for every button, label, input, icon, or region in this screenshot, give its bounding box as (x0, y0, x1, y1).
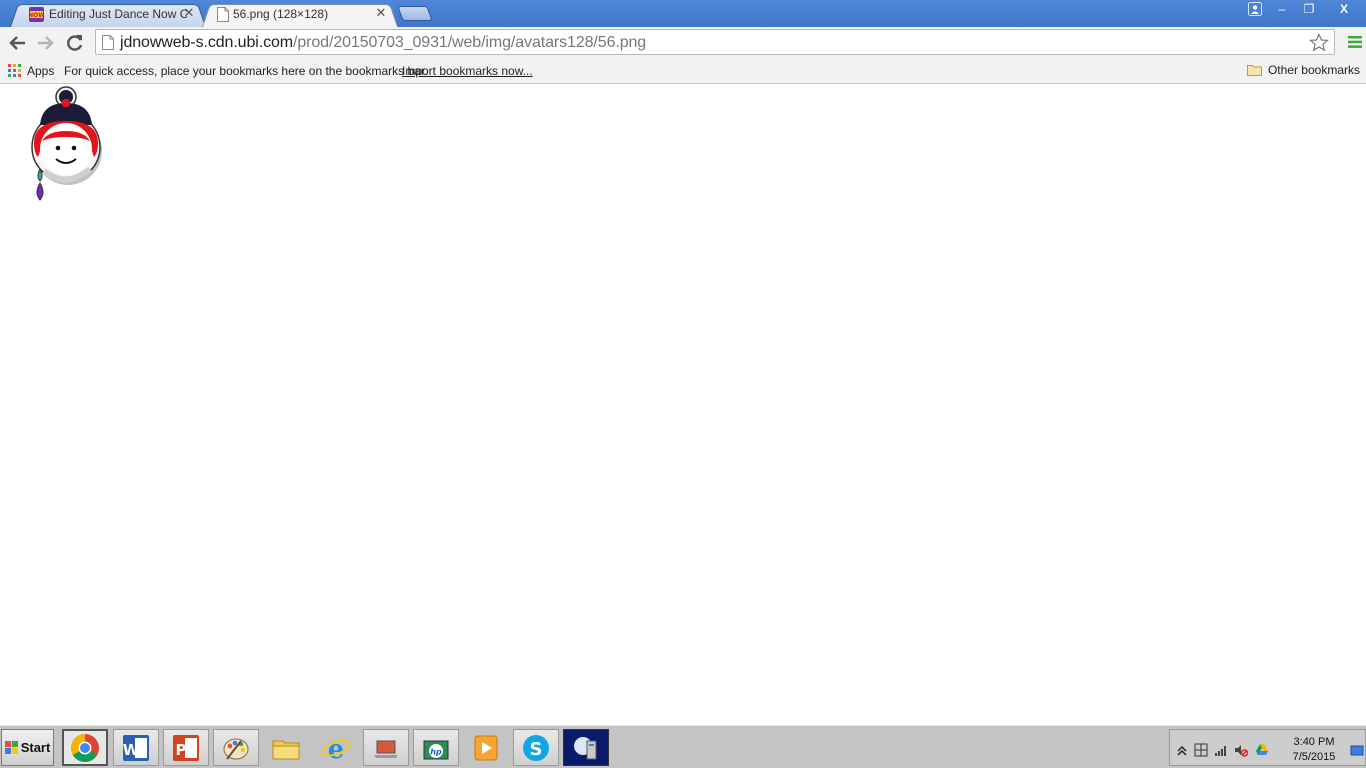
word-icon: W (123, 734, 149, 761)
taskbar-skype[interactable]: S (513, 729, 559, 766)
laptop-icon (374, 740, 398, 758)
system-tray: 3:40 PM 7/5/2015 (1169, 729, 1366, 766)
bookmarks-bar: Apps For quick access, place your bookma… (0, 58, 1366, 84)
taskbar-hp[interactable]: hp (413, 729, 459, 766)
tab-title: Editing Just Dance Now Cod (49, 7, 187, 21)
reload-icon (67, 35, 83, 51)
just-dance-now-icon: NOW (29, 7, 44, 22)
show-desktop-icon[interactable] (1350, 743, 1364, 757)
folder-icon (1246, 65, 1262, 76)
taskbar-media-player[interactable] (463, 729, 509, 766)
bookmarks-hint: For quick access, place your bookmarks h… (64, 64, 428, 78)
svg-text:P: P (176, 741, 187, 759)
close-window-button[interactable]: X (1322, 0, 1366, 18)
chrome-icon (71, 733, 99, 762)
minimize-button[interactable]: – (1268, 0, 1296, 18)
network-computer-icon (574, 736, 597, 759)
page-info-icon[interactable] (102, 35, 114, 50)
new-tab-button[interactable] (397, 6, 433, 21)
bookmark-star-icon[interactable] (1309, 33, 1329, 52)
svg-text:W: W (123, 741, 140, 759)
other-bookmarks-label: Other bookmarks (1267, 63, 1360, 77)
taskbar-word[interactable]: W (113, 729, 159, 766)
taskbar-clock[interactable]: 3:40 PM 7/5/2015 (1288, 735, 1340, 765)
tab-title: 56.png (128×128) (233, 7, 329, 21)
svg-text:S: S (530, 739, 543, 760)
svg-text:hp: hp (430, 747, 442, 756)
tab-strip: NOW Editing Just Dance Now Cod ✕ 56.png … (0, 0, 1366, 28)
taskbar-internet-explorer[interactable]: e (313, 729, 359, 766)
paint-icon (223, 738, 249, 760)
internet-explorer-icon: e (321, 735, 351, 763)
url-host: jdnowweb-s.cdn.ubi.com (120, 34, 293, 51)
reload-button[interactable] (63, 31, 87, 55)
taskbar: Start W P e hp S 3:40 PM 7/5/2015 (0, 725, 1366, 768)
taskbar-paint[interactable] (213, 729, 259, 766)
skype-icon: S (523, 734, 549, 761)
google-drive-icon[interactable] (1255, 743, 1269, 757)
file-explorer-icon (272, 740, 300, 759)
action-center-flag-icon[interactable] (1194, 743, 1208, 757)
taskbar-powerpoint[interactable]: P (163, 729, 209, 766)
windows-logo-icon (4, 740, 18, 754)
tab-56-png[interactable]: 56.png (128×128) ✕ (202, 2, 398, 28)
hp-icon: hp (423, 740, 449, 759)
clock-time: 3:40 PM (1293, 736, 1335, 748)
browser-toolbar: jdnowweb-s.cdn.ubi.com/prod/20150703_093… (0, 27, 1366, 58)
clock-date: 7/5/2015 (1292, 751, 1336, 763)
other-bookmarks-button[interactable]: Other bookmarks (1246, 63, 1360, 77)
volume-muted-icon[interactable] (1234, 743, 1248, 757)
svg-text:NOW: NOW (29, 12, 44, 19)
back-button[interactable] (5, 31, 29, 55)
network-signal-icon[interactable] (1214, 743, 1228, 757)
powerpoint-icon: P (173, 734, 199, 761)
apps-link[interactable]: Apps (27, 64, 54, 78)
address-bar[interactable]: jdnowweb-s.cdn.ubi.com/prod/20150703_093… (95, 29, 1335, 55)
tab-editing-just-dance[interactable]: NOW Editing Just Dance Now Cod ✕ (10, 2, 206, 28)
profile-icon[interactable] (1242, 0, 1268, 18)
show-hidden-icons-icon[interactable] (1175, 743, 1189, 757)
avatar-character-icon (31, 86, 102, 201)
start-button[interactable]: Start (1, 729, 54, 766)
media-player-icon (474, 735, 498, 760)
close-tab-icon[interactable]: ✕ (182, 5, 196, 21)
page-content (0, 85, 1366, 725)
url-text: jdnowweb-s.cdn.ubi.com/prod/20150703_093… (120, 34, 646, 52)
chrome-menu-icon[interactable] (1348, 35, 1362, 49)
taskbar-network[interactable] (563, 729, 609, 766)
forward-button[interactable] (34, 31, 58, 55)
back-arrow-icon (9, 36, 25, 50)
svg-text:e: e (328, 735, 345, 763)
start-label: Start (20, 740, 51, 755)
taskbar-chrome[interactable] (62, 729, 108, 766)
forward-arrow-icon (38, 36, 54, 50)
close-tab-icon[interactable]: ✕ (374, 5, 388, 21)
taskbar-laptop[interactable] (363, 729, 409, 766)
apps-grid-icon[interactable] (8, 64, 21, 77)
url-path: /prod/20150703_0931/web/img/avatars128/5… (293, 34, 647, 51)
import-bookmarks-link[interactable]: Import bookmarks now... (402, 64, 533, 78)
page-icon (217, 7, 229, 22)
restore-button[interactable]: ❐ (1296, 0, 1322, 18)
window-controls: – ❐ X (1242, 0, 1366, 18)
taskbar-file-explorer[interactable] (263, 729, 309, 766)
